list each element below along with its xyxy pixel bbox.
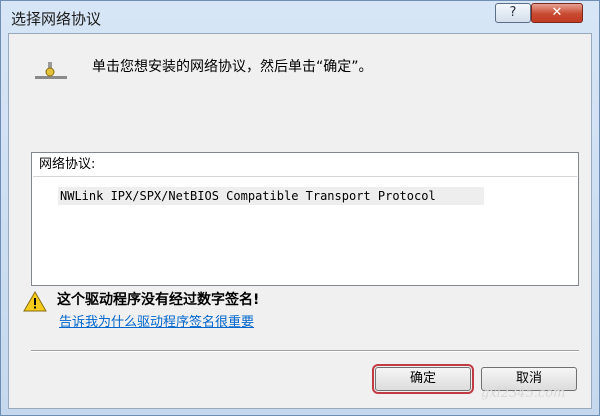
list-item[interactable]: NWLink IPX/SPX/NetBIOS Compatible Transp… bbox=[58, 187, 484, 205]
close-button[interactable]: ✕ bbox=[531, 3, 583, 23]
title-bar[interactable]: 选择网络协议 ? ✕ bbox=[1, 1, 599, 33]
help-button[interactable]: ? bbox=[495, 3, 531, 23]
list-header: 网络协议: bbox=[33, 154, 577, 177]
window-title: 选择网络协议 bbox=[11, 10, 102, 28]
warning-icon bbox=[23, 291, 47, 312]
instruction-text: 单击您想安装的网络协议，然后单击“确定”。 bbox=[92, 59, 373, 75]
network-protocol-icon bbox=[35, 62, 67, 79]
dialog-body: 单击您想安装的网络协议，然后单击“确定”。 网络协议: NWLink IPX/S… bbox=[8, 33, 592, 409]
signing-info-link[interactable]: 告诉我为什么驱动程序签名很重要 bbox=[59, 311, 254, 330]
dialog-window: 选择网络协议 ? ✕ 单击您想安装的网络协议，然后单击“确定”。 网络协议: N… bbox=[0, 0, 600, 416]
divider bbox=[31, 350, 579, 352]
ok-button[interactable]: 确定 bbox=[372, 364, 474, 394]
unsigned-driver-warning: 这个驱动程序没有经过数字签名! bbox=[57, 292, 260, 308]
watermark: gxl2345.com bbox=[481, 386, 566, 401]
protocol-list[interactable]: 网络协议: NWLink IPX/SPX/NetBIOS Compatible … bbox=[31, 152, 579, 286]
